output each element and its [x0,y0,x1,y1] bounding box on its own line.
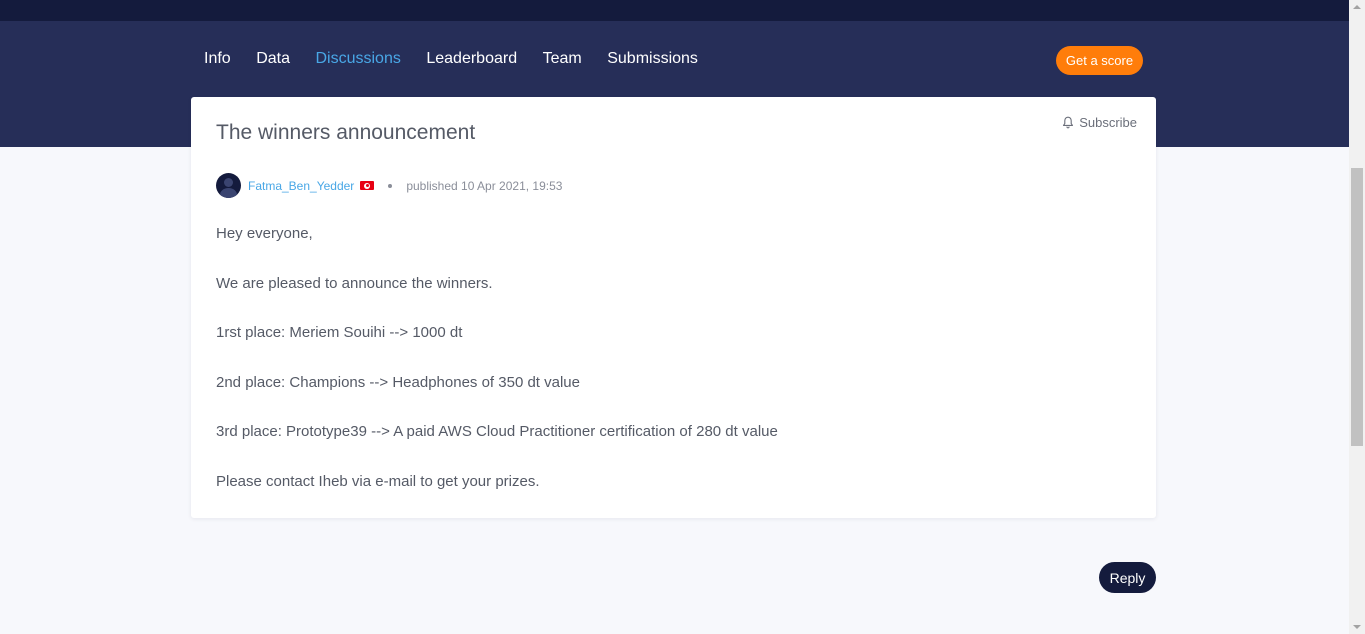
scroll-down-icon[interactable] [1353,625,1361,629]
subscribe-button[interactable]: Subscribe [1062,115,1137,130]
post-paragraph: 1rst place: Meriem Souihi --> 1000 dt [216,324,463,341]
post-paragraph: Hey everyone, [216,225,313,242]
scroll-thumb[interactable] [1351,168,1363,446]
page: Info Data Discussions Leaderboard Team S… [0,0,1365,634]
get-a-score-button[interactable]: Get a score [1056,46,1143,75]
competition-nav: Info Data Discussions Leaderboard Team S… [204,49,723,69]
post-paragraph: 2nd place: Champions --> Headphones of 3… [216,373,580,391]
bell-icon [1063,116,1074,129]
tab-info[interactable]: Info [204,49,231,69]
subscribe-label: Subscribe [1079,115,1137,130]
vertical-scrollbar[interactable] [1349,0,1365,634]
post-paragraph: We are pleased to announce the winners. [216,274,493,292]
tab-submissions[interactable]: Submissions [607,49,698,69]
post-paragraph: Please contact Iheb via e-mail to get yo… [216,472,540,490]
author-link[interactable]: Fatma_Ben_Yedder [248,179,354,193]
post-card: The winners announcement Subscribe Fatma… [191,97,1156,518]
user-avatar-icon[interactable] [216,173,241,198]
published-date: published 10 Apr 2021, 19:53 [406,178,563,193]
tab-discussions[interactable]: Discussions [315,49,400,69]
tunisia-flag-icon [360,181,375,190]
post-paragraph: 3rd place: Prototype39 --> A paid AWS Cl… [216,423,778,440]
post-body: Hey everyone, We are pleased to announce… [216,225,1116,522]
tab-leaderboard[interactable]: Leaderboard [426,49,517,69]
top-bar [0,0,1349,21]
separator-dot [388,183,393,188]
scroll-up-icon[interactable] [1353,5,1361,9]
post-title: The winners announcement [216,121,476,144]
reply-button[interactable]: Reply [1099,562,1156,593]
tab-data[interactable]: Data [256,49,290,69]
post-meta: Fatma_Ben_Yedder published 10 Apr 2021, … [216,173,562,198]
tab-team[interactable]: Team [543,49,582,69]
